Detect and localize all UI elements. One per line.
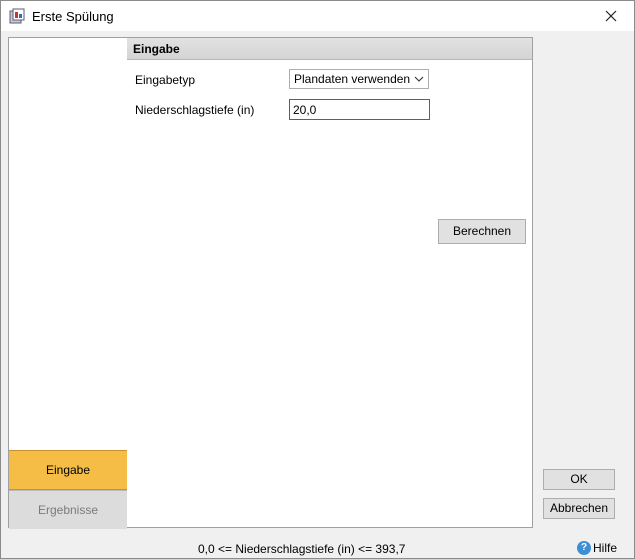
input-type-value: Plandaten verwenden <box>294 72 411 86</box>
input-panel: Eingabe Eingabetyp Plandaten verwenden N… <box>127 37 533 528</box>
depth-value: 20,0 <box>293 103 317 117</box>
close-button[interactable] <box>588 1 634 31</box>
nav-item-ergebnisse[interactable]: Ergebnisse <box>9 490 127 529</box>
title-bar: Erste Spülung <box>1 1 634 31</box>
chevron-down-icon <box>414 76 424 82</box>
input-type-label: Eingabetyp <box>135 73 196 87</box>
group-title: Eingabe <box>133 42 180 56</box>
cancel-button[interactable]: Abbrechen <box>543 498 615 519</box>
help-button[interactable]: ? Hilfe <box>577 540 617 555</box>
calculate-button[interactable]: Berechnen <box>438 219 526 244</box>
app-icon <box>9 8 26 24</box>
input-type-dropdown[interactable]: Plandaten verwenden <box>289 69 429 89</box>
group-header: Eingabe <box>127 38 532 60</box>
depth-input[interactable]: 20,0 <box>289 99 430 120</box>
dialog-window: Erste Spülung Eingabe Ergebnisse Eingabe… <box>0 0 635 559</box>
help-label: Hilfe <box>593 540 618 555</box>
depth-label: Niederschlagstiefe (in) <box>135 103 255 117</box>
nav-item-eingabe[interactable]: Eingabe <box>9 450 127 490</box>
help-icon: ? <box>577 540 591 555</box>
window-title: Erste Spülung <box>32 9 114 24</box>
ok-button[interactable]: OK <box>543 469 615 490</box>
close-icon <box>605 10 617 22</box>
status-text: 0,0 <= Niederschlagstiefe (in) <= 393,7 <box>198 542 406 556</box>
navigation-panel: Eingabe Ergebnisse <box>8 37 128 529</box>
